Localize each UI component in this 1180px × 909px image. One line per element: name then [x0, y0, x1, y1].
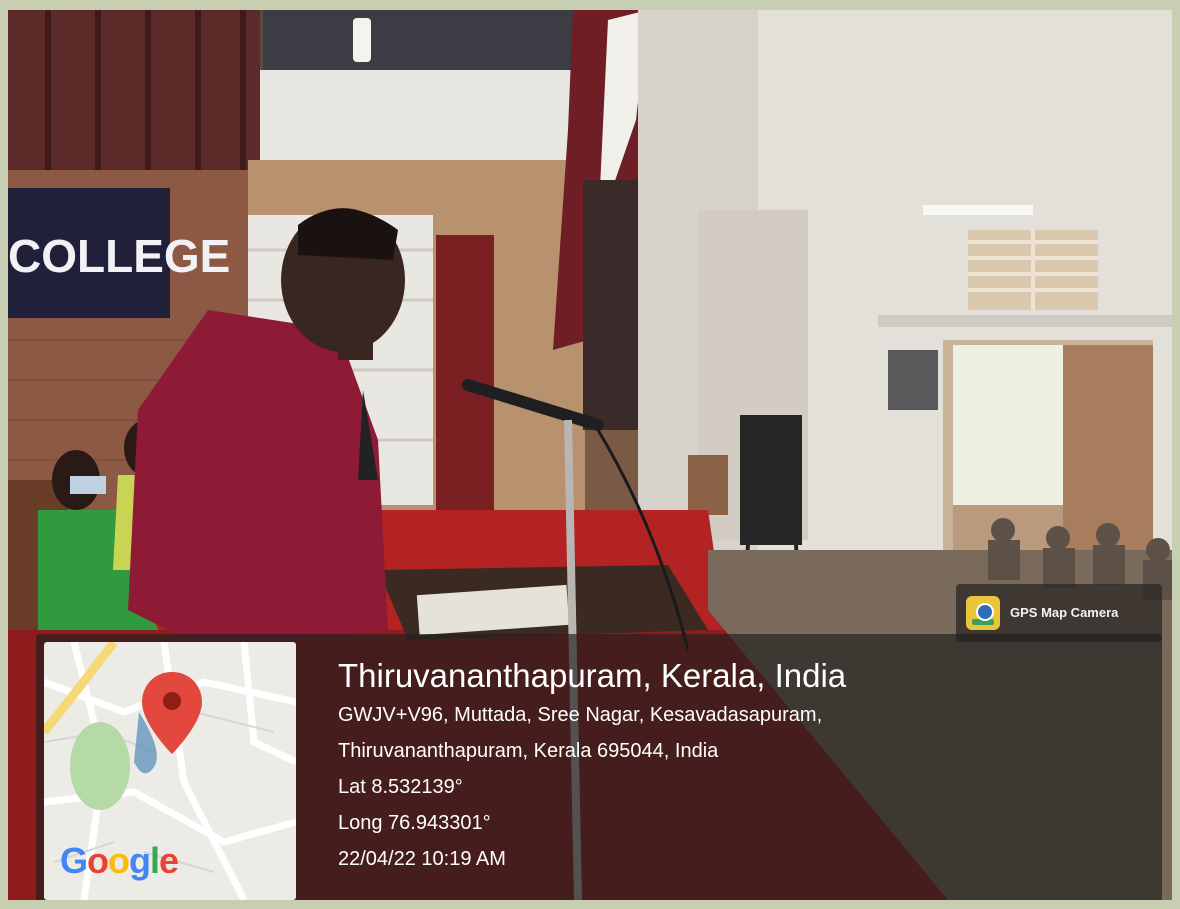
gps-map-camera-icon — [966, 596, 1000, 630]
location-details: Thiruvananthapuram, Kerala, India GWJV+V… — [338, 656, 846, 872]
ceiling-dark — [263, 10, 583, 70]
floor-speaker — [740, 415, 802, 545]
app-name: GPS Map Camera — [1010, 605, 1119, 620]
location-panel: Google Thiruvananthapuram, Kerala, India… — [36, 634, 1162, 900]
map-thumbnail: Google — [44, 642, 296, 900]
map-park — [70, 722, 130, 810]
address-line-2: Thiruvananthapuram, Kerala 695044, India — [338, 740, 719, 762]
address-line-1: GWJV+V96, Muttada, Sree Nagar, Kesavadas… — [338, 704, 823, 726]
door — [436, 235, 494, 510]
photo-frame: COLLEGE GPS Map Camera Google Thiruvanan… — [0, 0, 1180, 909]
google-logo: Google — [60, 840, 179, 881]
datetime: 22/04/22 10:19 AM — [338, 848, 506, 870]
photograph: COLLEGE GPS Map Camera Google Thiruvanan… — [8, 10, 1172, 900]
ceiling-light — [353, 18, 371, 62]
latitude: Lat 8.532139° — [338, 776, 463, 798]
wall-speaker — [888, 350, 938, 410]
college-sign-text: COLLEGE — [8, 230, 230, 282]
location-title: Thiruvananthapuram, Kerala, India — [338, 657, 847, 694]
longitude: Long 76.943301° — [338, 812, 491, 834]
